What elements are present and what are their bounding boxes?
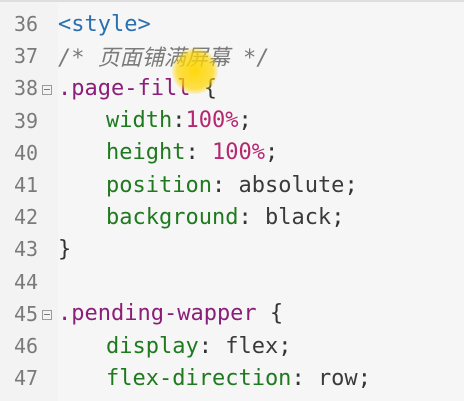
code-line[interactable]: 40 height: 100%; [0, 137, 464, 169]
code-token: <style> [58, 11, 151, 37]
code-token: ; [238, 108, 252, 134]
code-token: .pending-wapper [58, 301, 257, 327]
code-text: <style> [58, 12, 151, 37]
code-token: width [106, 108, 173, 134]
line-number: 40 [14, 140, 39, 165]
code-text: .pending-wapper { [58, 301, 283, 326]
code-line[interactable]: 47 flex-direction: row; [0, 362, 464, 394]
code-token: ; [331, 204, 345, 230]
code-line[interactable]: 38 .page-fill { [0, 72, 464, 104]
line-number: 38 [14, 76, 39, 101]
code-line[interactable]: 36 <style> [0, 8, 464, 40]
code-line[interactable]: 39 width:100%; [0, 105, 464, 137]
line-number: 44 [14, 269, 39, 294]
code-text: background: black; [58, 205, 344, 230]
code-line[interactable]: 43} [0, 233, 464, 265]
code-token: ; [357, 365, 371, 391]
code-editor[interactable]: 36 <style> 37/* 页面铺满屏幕 */38 .page-fill {39 w… [0, 0, 464, 401]
code-text: /* 页面铺满屏幕 */ [58, 40, 269, 72]
code-text: } [58, 237, 71, 262]
editor-top-border [0, 0, 464, 2]
code-token: : [172, 108, 186, 134]
line-number: 36 [14, 12, 39, 36]
code-line[interactable]: 44 [0, 266, 464, 298]
code-line[interactable]: 41 position: absolute; [0, 169, 464, 201]
code-text: position: absolute; [58, 173, 358, 198]
code-token: height [106, 140, 186, 166]
code-line[interactable]: 42 background: black; [0, 201, 464, 233]
line-number: 37 [14, 44, 39, 69]
code-token: ; [264, 140, 279, 166]
code-token: 100% [211, 140, 265, 166]
line-number: 41 [14, 173, 39, 197]
code-token: .page-fill [58, 75, 191, 101]
code-token: background [106, 204, 239, 230]
code-token: flex [225, 333, 279, 359]
code-token: row [317, 365, 358, 391]
code-token: ; [278, 333, 292, 359]
code-token: : [211, 172, 239, 198]
code-token: 100% [185, 108, 239, 134]
code-token: : [291, 365, 318, 391]
code-token: } [58, 236, 72, 262]
code-token: display [106, 333, 199, 359]
code-token: { [256, 301, 284, 327]
code-token: { [190, 75, 217, 101]
line-number: 46 [14, 334, 39, 358]
line-number: 47 [14, 366, 39, 391]
code-token: black [264, 204, 332, 230]
line-number: 42 [14, 205, 39, 230]
code-text: flex-direction: row; [58, 366, 371, 391]
code-token: /* 页面铺满屏幕 */ [58, 46, 270, 72]
code-token: : [185, 140, 212, 166]
code-text: height: 100%; [58, 140, 278, 165]
code-token: ; [344, 172, 358, 198]
code-line[interactable]: 46 display: flex; [0, 330, 464, 362]
code-token: : [198, 333, 226, 359]
line-number: 39 [14, 108, 39, 133]
line-number: 43 [14, 237, 39, 262]
fold-collapse-icon[interactable] [42, 310, 52, 321]
fold-collapse-icon[interactable] [42, 84, 52, 95]
code-line[interactable]: 45 .pending-wapper { [0, 298, 464, 330]
code-token: : [238, 204, 265, 230]
code-text: .page-fill { [58, 76, 217, 101]
code-text: width:100%; [58, 108, 252, 133]
code-line[interactable]: 37 /* 页面铺满屏幕 */ [0, 40, 464, 72]
code-token: position [106, 172, 212, 198]
line-number: 45 [14, 301, 39, 326]
code-token: absolute [238, 172, 345, 198]
code-token: flex-direction [106, 365, 292, 391]
code-text: display: flex; [58, 334, 291, 359]
